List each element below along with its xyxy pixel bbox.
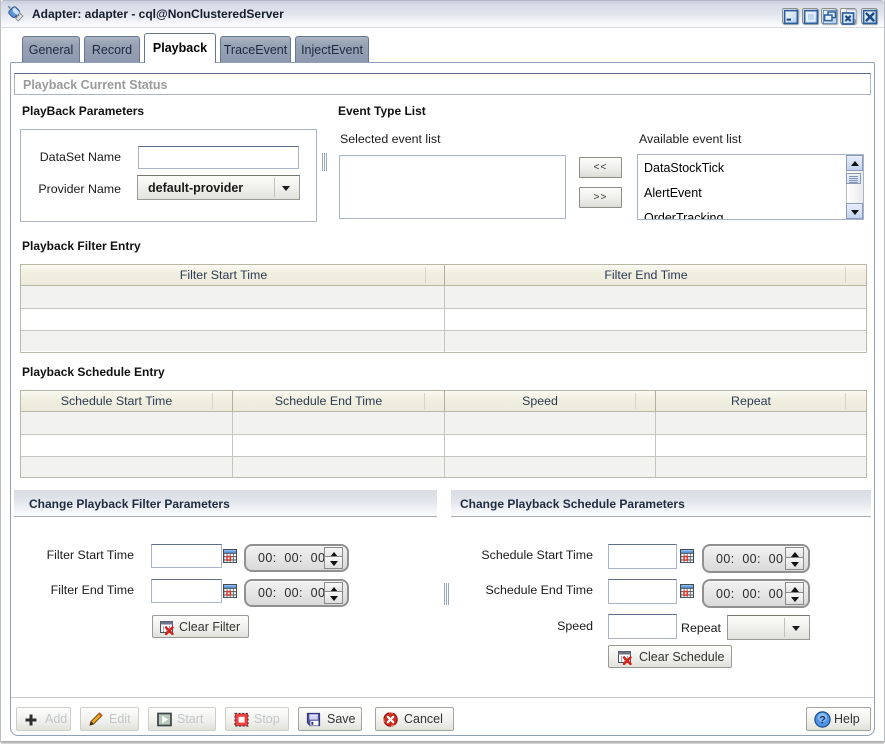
svg-text:?: ?	[819, 715, 826, 727]
